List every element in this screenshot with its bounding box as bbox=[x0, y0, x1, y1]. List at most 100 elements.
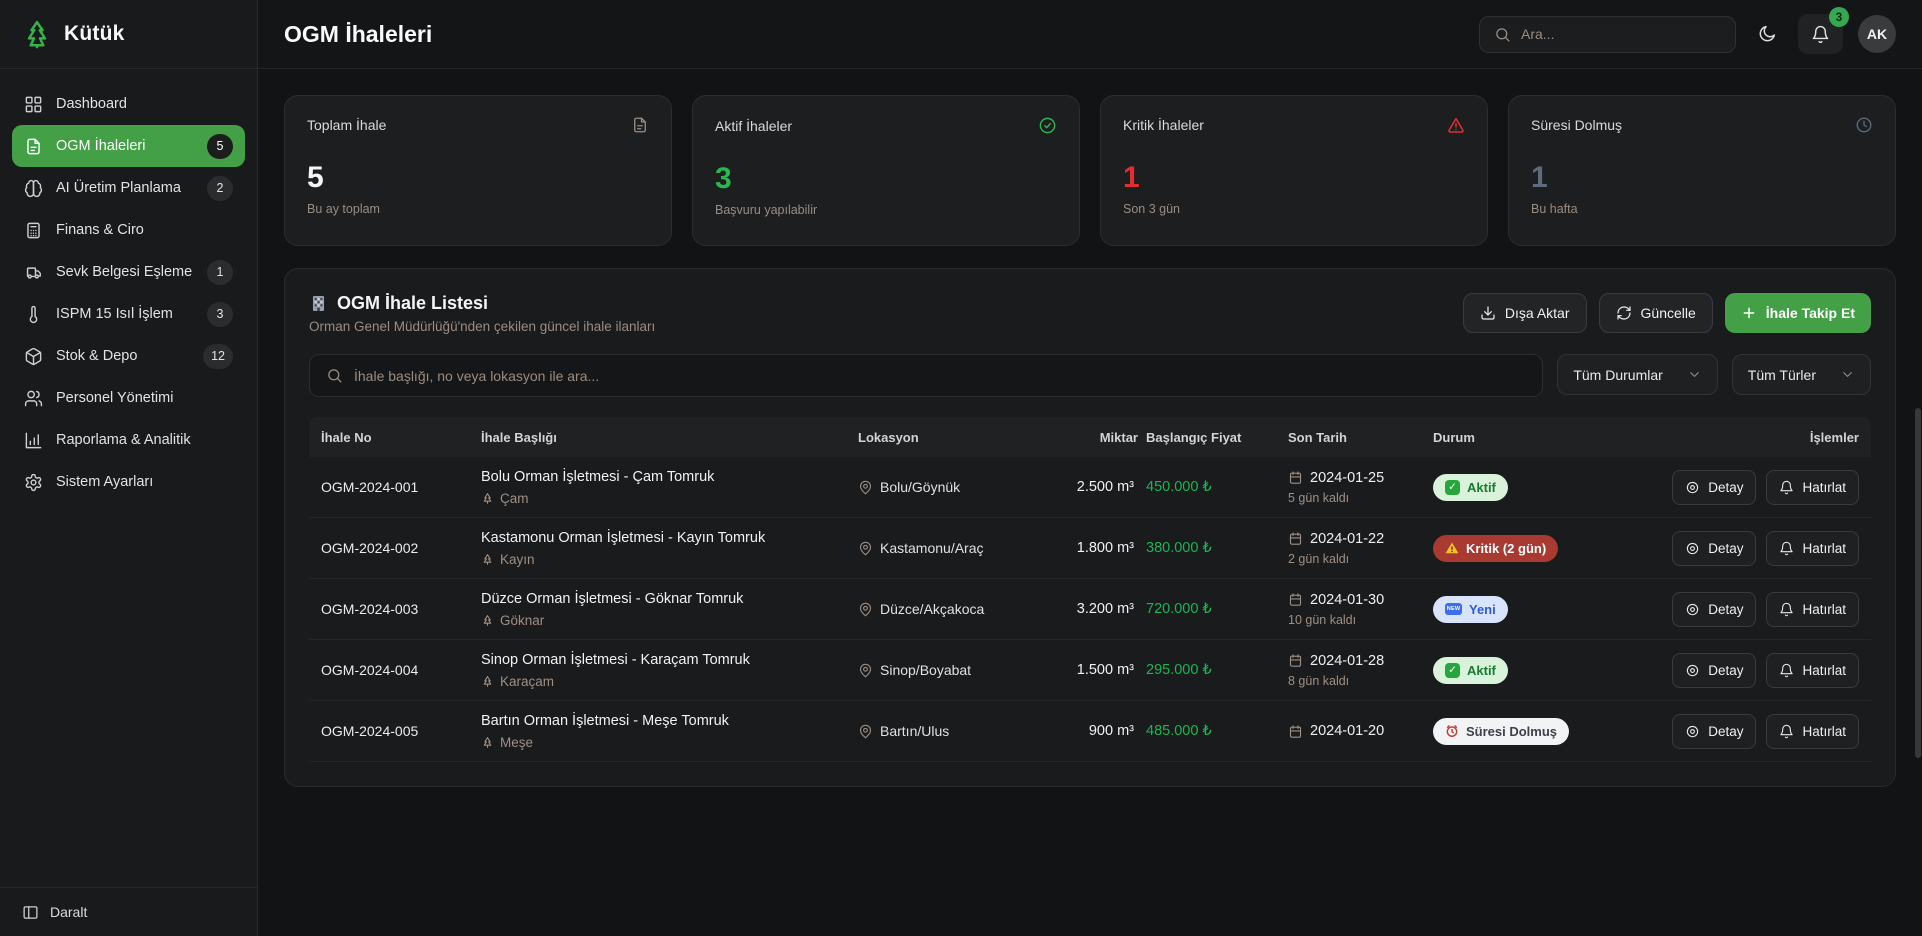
sidebar-badge: 12 bbox=[203, 344, 233, 369]
track-tender-button[interactable]: İhale Takip Et bbox=[1725, 293, 1871, 333]
sidebar-nav: Dashboard OGM İhaleleri 5 AI Üretim Plan… bbox=[0, 69, 257, 887]
sidebar-item-sevk-belgesi[interactable]: Sevk Belgesi Eşleme 1 bbox=[12, 251, 245, 293]
sidebar-item-label: Sistem Ayarları bbox=[56, 474, 233, 490]
download-icon bbox=[1480, 305, 1496, 321]
table-header: İhale No İhale Başlığı Lokasyon Miktar B… bbox=[309, 417, 1871, 457]
status-badge: ✓Aktif bbox=[1433, 474, 1508, 501]
remind-button[interactable]: Hatırlat bbox=[1766, 653, 1859, 688]
status-badge: Süresi Dolmuş bbox=[1433, 718, 1569, 745]
tender-date: 2024-01-20 bbox=[1310, 723, 1384, 739]
new-emoji-icon: NEW bbox=[1445, 603, 1462, 615]
detail-button[interactable]: Detay bbox=[1672, 714, 1756, 749]
sidebar-badge: 5 bbox=[207, 134, 233, 159]
tender-price: 720.000 ₺ bbox=[1138, 601, 1288, 617]
tender-species: Meşe bbox=[500, 735, 533, 750]
sidebar-item-raporlama[interactable]: Raporlama & Analitik bbox=[12, 419, 245, 461]
table-row: OGM-2024-002 Kastamonu Orman İşletmesi -… bbox=[309, 518, 1871, 579]
tender-table: İhale No İhale Başlığı Lokasyon Miktar B… bbox=[309, 417, 1871, 762]
tender-search[interactable] bbox=[309, 354, 1543, 397]
stat-sub: Bu ay toplam bbox=[307, 202, 649, 216]
table-row: OGM-2024-005 Bartın Orman İşletmesi - Me… bbox=[309, 701, 1871, 762]
bell-icon bbox=[1811, 25, 1830, 44]
tender-date: 2024-01-25 bbox=[1310, 470, 1384, 486]
tender-species: Karaçam bbox=[500, 674, 554, 689]
scrollbar-thumb[interactable] bbox=[1915, 408, 1921, 758]
global-search[interactable] bbox=[1479, 16, 1736, 53]
sidebar-item-ai-uretim-planlama[interactable]: AI Üretim Planlama 2 bbox=[12, 167, 245, 209]
stat-card-aktif-ihaleler: Aktif İhaleler 3 Başvuru yapılabilir bbox=[692, 95, 1080, 246]
type-filter-select[interactable]: Tüm Türler bbox=[1732, 354, 1871, 395]
export-button[interactable]: Dışa Aktar bbox=[1463, 293, 1587, 333]
bell-icon bbox=[1779, 663, 1794, 678]
remind-button[interactable]: Hatırlat bbox=[1766, 714, 1859, 749]
table-row: OGM-2024-003 Düzce Orman İşletmesi - Gök… bbox=[309, 579, 1871, 640]
eye-icon bbox=[1685, 663, 1700, 678]
status-badge: NEWYeni bbox=[1433, 596, 1508, 623]
notifications-button[interactable]: 3 bbox=[1798, 14, 1843, 54]
detail-button[interactable]: Detay bbox=[1672, 470, 1756, 505]
file-text-icon bbox=[631, 116, 649, 134]
column-ihale-basligi: İhale Başlığı bbox=[481, 430, 858, 445]
sidebar-item-dashboard[interactable]: Dashboard bbox=[12, 83, 245, 125]
building-icon bbox=[309, 294, 328, 313]
sidebar-item-ispm15[interactable]: ISPM 15 Isıl İşlem 3 bbox=[12, 293, 245, 335]
tree-icon bbox=[481, 614, 494, 627]
stat-cards: Toplam İhale 5 Bu ay toplam Aktif İhalel… bbox=[284, 95, 1896, 246]
sidebar-item-finans-ciro[interactable]: Finans & Ciro bbox=[12, 209, 245, 251]
sidebar-item-ogm-ihaleleri[interactable]: OGM İhaleleri 5 bbox=[12, 125, 245, 167]
detail-button[interactable]: Detay bbox=[1672, 592, 1756, 627]
calendar-icon bbox=[1288, 531, 1303, 546]
stat-value: 1 bbox=[1531, 161, 1873, 195]
refresh-icon bbox=[1616, 305, 1632, 321]
remind-button[interactable]: Hatırlat bbox=[1766, 592, 1859, 627]
eye-icon bbox=[1685, 480, 1700, 495]
status-filter-select[interactable]: Tüm Durumlar bbox=[1557, 354, 1717, 395]
tender-price: 295.000 ₺ bbox=[1138, 662, 1288, 678]
warning-emoji-icon bbox=[1445, 541, 1459, 555]
clock-icon bbox=[1855, 116, 1873, 134]
sidebar-item-label: Raporlama & Analitik bbox=[56, 432, 233, 448]
tender-location: Kastamonu/Araç bbox=[880, 540, 984, 556]
tender-days-left: 10 gün kaldı bbox=[1288, 613, 1433, 627]
refresh-button[interactable]: Güncelle bbox=[1599, 293, 1713, 333]
theme-toggle-button[interactable] bbox=[1751, 18, 1783, 50]
alarm-clock-emoji-icon bbox=[1445, 724, 1459, 738]
detail-button[interactable]: Detay bbox=[1672, 653, 1756, 688]
table-row: OGM-2024-001 Bolu Orman İşletmesi - Çam … bbox=[309, 457, 1871, 518]
column-lokasyon: Lokasyon bbox=[858, 430, 1038, 445]
alert-triangle-icon bbox=[1447, 116, 1465, 134]
content: Toplam İhale 5 Bu ay toplam Aktif İhalel… bbox=[258, 69, 1922, 936]
bell-icon bbox=[1779, 541, 1794, 556]
collapse-icon bbox=[22, 904, 39, 921]
tender-location: Bolu/Göynük bbox=[880, 479, 960, 495]
calendar-icon bbox=[1288, 653, 1303, 668]
sidebar-item-stok-depo[interactable]: Stok & Depo 12 bbox=[12, 335, 245, 377]
tender-title: Sinop Orman İşletmesi - Karaçam Tomruk bbox=[481, 652, 858, 668]
status-badge: ✓Aktif bbox=[1433, 657, 1508, 684]
search-icon bbox=[1494, 26, 1511, 43]
map-pin-icon bbox=[858, 663, 873, 678]
stat-card-toplam-ihale: Toplam İhale 5 Bu ay toplam bbox=[284, 95, 672, 246]
detail-button[interactable]: Detay bbox=[1672, 531, 1756, 566]
plus-icon bbox=[1741, 305, 1757, 321]
stat-label: Aktif İhaleler bbox=[715, 118, 792, 134]
remind-button[interactable]: Hatırlat bbox=[1766, 531, 1859, 566]
sidebar-collapse-button[interactable]: Daralt bbox=[0, 887, 257, 936]
global-search-input[interactable] bbox=[1521, 26, 1721, 42]
brain-icon bbox=[24, 179, 43, 198]
column-durum: Durum bbox=[1433, 430, 1665, 445]
export-label: Dışa Aktar bbox=[1505, 305, 1570, 321]
bell-icon bbox=[1779, 602, 1794, 617]
tree-icon bbox=[481, 736, 494, 749]
main-area: OGM İhaleleri 3 AK Toplam İhale bbox=[258, 0, 1922, 936]
sidebar-item-personel[interactable]: Personel Yönetimi bbox=[12, 377, 245, 419]
tender-no: OGM-2024-001 bbox=[321, 479, 481, 495]
calendar-icon bbox=[1288, 470, 1303, 485]
stat-sub: Son 3 gün bbox=[1123, 202, 1465, 216]
sidebar-item-sistem-ayarlari[interactable]: Sistem Ayarları bbox=[12, 461, 245, 503]
tender-date: 2024-01-28 bbox=[1310, 653, 1384, 669]
tender-search-input[interactable] bbox=[354, 368, 1526, 384]
user-avatar[interactable]: AK bbox=[1858, 15, 1896, 53]
tender-quantity: 900 m³ bbox=[1038, 723, 1138, 739]
remind-button[interactable]: Hatırlat bbox=[1766, 470, 1859, 505]
